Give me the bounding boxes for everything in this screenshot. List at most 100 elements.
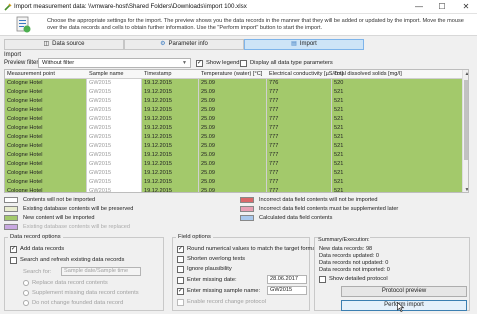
preview-table[interactable]: Measurement point Sample name Timestamp … xyxy=(4,69,469,193)
table-cell: 25.09 xyxy=(199,160,267,169)
minimize-button[interactable]: — xyxy=(408,0,430,14)
column-header-temperature[interactable]: Temperature (water) [°C] xyxy=(201,71,262,77)
app-icon xyxy=(4,3,12,11)
table-cell: Cologne Hotel xyxy=(5,178,87,187)
column-header-timestamp[interactable]: Timestamp xyxy=(144,71,171,77)
table-header: Measurement point Sample name Timestamp … xyxy=(5,70,462,79)
table-row[interactable]: Cologne Hotel GW2015 19.12.2015 25.09 777 521 xyxy=(5,133,462,142)
shorten-texts-checkbox[interactable] xyxy=(177,256,184,263)
table-row[interactable]: Cologne Hotel GW2015 19.12.2015 25.09 777 521 xyxy=(5,97,462,106)
table-scrollbar[interactable]: ▲ ▼ xyxy=(462,70,468,192)
table-cell: 521 xyxy=(332,106,462,115)
table-cell: GW2015 xyxy=(87,160,142,169)
round-values-checkbox[interactable]: ✓ xyxy=(177,246,184,253)
table-row[interactable]: Cologne Hotel GW2015 19.12.2015 25.09 777 521 xyxy=(5,178,462,187)
table-row[interactable]: Cologne Hotel GW2015 19.12.2015 25.09 777 521 xyxy=(5,88,462,97)
table-row[interactable]: Cologne Hotel GW2015 19.12.2015 25.09 777 521 xyxy=(5,115,462,124)
supplement-contents-radio[interactable] xyxy=(23,290,29,296)
table-cell: Cologne Hotel xyxy=(5,115,87,124)
legend-label: Incorrect data field contents will not b… xyxy=(259,197,378,203)
show-legend-checkbox[interactable]: ✓ xyxy=(196,60,203,67)
column-header-sample-name[interactable]: Sample name xyxy=(89,71,124,77)
tab-data-source[interactable]: ◫ Data source xyxy=(4,39,124,50)
table-cell: 19.12.2015 xyxy=(142,124,199,133)
preview-filter-row: Preview filter: Without filter ▼ ✓ Show … xyxy=(0,58,477,69)
display-all-parameters-checkbox[interactable] xyxy=(240,60,247,67)
change-protocol-checkbox[interactable] xyxy=(177,299,184,306)
table-cell: Cologne Hotel xyxy=(5,187,87,192)
summary-group: Summary/Execution: New data records: 98 … xyxy=(314,237,470,311)
tab-parameter-info[interactable]: ⚙ Parameter info xyxy=(124,39,244,50)
table-cell: 25.09 xyxy=(199,106,267,115)
table-cell: Cologne Hotel xyxy=(5,133,87,142)
table-cell: 19.12.2015 xyxy=(142,97,199,106)
summary-line: Data records updated: 0 xyxy=(319,253,380,259)
close-button[interactable]: ✕ xyxy=(455,0,477,14)
table-row[interactable]: Cologne Hotel GW2015 19.12.2015 25.09 777 521 xyxy=(5,142,462,151)
table-cell: GW2015 xyxy=(87,124,142,133)
legend-swatch-preserved xyxy=(4,206,18,212)
column-header-measurement-point[interactable]: Measurement point xyxy=(7,71,55,77)
table-cell: 521 xyxy=(332,88,462,97)
table-cell: GW2015 xyxy=(87,106,142,115)
import-icon: ▤ xyxy=(291,41,297,47)
database-icon: ◫ xyxy=(43,41,50,47)
data-record-options-title: Data record options xyxy=(8,234,63,240)
table-cell: Cologne Hotel xyxy=(5,169,87,178)
table-cell: 25.09 xyxy=(199,151,267,160)
table-cell: 25.09 xyxy=(199,115,267,124)
table-cell: Cologne Hotel xyxy=(5,160,87,169)
legend-swatch-replaced xyxy=(4,224,18,230)
table-cell: 19.12.2015 xyxy=(142,151,199,160)
table-cell: GW2015 xyxy=(87,115,142,124)
preview-filter-select[interactable]: Without filter ▼ xyxy=(38,58,191,68)
missing-date-field[interactable]: 28.06.2017 xyxy=(267,275,307,284)
column-header-conductivity[interactable]: Electrical conductivity [µS/cm] xyxy=(269,71,343,77)
table-cell: 520 xyxy=(332,79,462,88)
legend-label: Existing database contents will be prese… xyxy=(23,206,134,212)
table-cell: 777 xyxy=(267,124,332,133)
summary-line: New data records: 98 xyxy=(319,246,373,252)
search-for-select[interactable]: Sample date/Sample time xyxy=(61,267,141,276)
tab-data-source-label: Data source xyxy=(52,41,85,47)
scrollbar-thumb[interactable] xyxy=(464,80,468,160)
table-row[interactable]: Cologne Hotel GW2015 19.12.2015 25.09 777 521 xyxy=(5,151,462,160)
table-cell: 19.12.2015 xyxy=(142,133,199,142)
show-detailed-protocol-checkbox[interactable] xyxy=(319,276,326,283)
table-cell: 777 xyxy=(267,187,332,192)
table-cell: GW2015 xyxy=(87,79,142,88)
table-cell: GW2015 xyxy=(87,97,142,106)
protocol-preview-button[interactable]: Protocol preview xyxy=(341,286,467,297)
table-row[interactable]: Cologne Hotel GW2015 19.12.2015 25.09 777 521 xyxy=(5,124,462,133)
replace-contents-label: Replace data record contents xyxy=(32,280,108,286)
ignore-plausibility-checkbox[interactable] xyxy=(177,266,184,273)
table-cell: Cologne Hotel xyxy=(5,106,87,115)
tab-import[interactable]: ▤ Import xyxy=(244,39,364,50)
table-row[interactable]: Cologne Hotel GW2015 19.12.2015 25.09 777 521 xyxy=(5,187,462,192)
missing-date-checkbox[interactable] xyxy=(177,277,184,284)
table-row[interactable]: Cologne Hotel GW2015 19.12.2015 25.09 776 520 xyxy=(5,79,462,88)
missing-sample-checkbox[interactable]: ✓ xyxy=(177,288,184,295)
table-row[interactable]: Cologne Hotel GW2015 19.12.2015 25.09 777 521 xyxy=(5,169,462,178)
search-refresh-checkbox[interactable] xyxy=(10,257,17,264)
table-row[interactable]: Cologne Hotel GW2015 19.12.2015 25.09 777 521 xyxy=(5,106,462,115)
scroll-down-icon[interactable]: ▼ xyxy=(463,186,468,192)
maximize-button[interactable]: ☐ xyxy=(431,0,453,14)
add-data-records-checkbox[interactable]: ✓ xyxy=(10,246,17,253)
missing-sample-field[interactable]: GW2015 xyxy=(267,286,307,295)
column-header-tds[interactable]: Total dissolved solids [mg/l] xyxy=(334,71,402,77)
table-cell: 777 xyxy=(267,169,332,178)
table-cell: 521 xyxy=(332,169,462,178)
search-for-value: Sample date/Sample time xyxy=(64,268,129,274)
table-cell: 521 xyxy=(332,115,462,124)
table-row[interactable]: Cologne Hotel GW2015 19.12.2015 25.09 777 521 xyxy=(5,160,462,169)
replace-contents-radio[interactable] xyxy=(23,280,29,286)
table-cell: GW2015 xyxy=(87,151,142,160)
table-cell: 25.09 xyxy=(199,178,267,187)
legend-label: New content will be imported xyxy=(23,215,95,221)
table-cell: Cologne Hotel xyxy=(5,124,87,133)
table-cell: 777 xyxy=(267,151,332,160)
table-cell: GW2015 xyxy=(87,178,142,187)
do-not-change-radio[interactable] xyxy=(23,300,29,306)
scroll-up-icon[interactable]: ▲ xyxy=(463,70,468,78)
